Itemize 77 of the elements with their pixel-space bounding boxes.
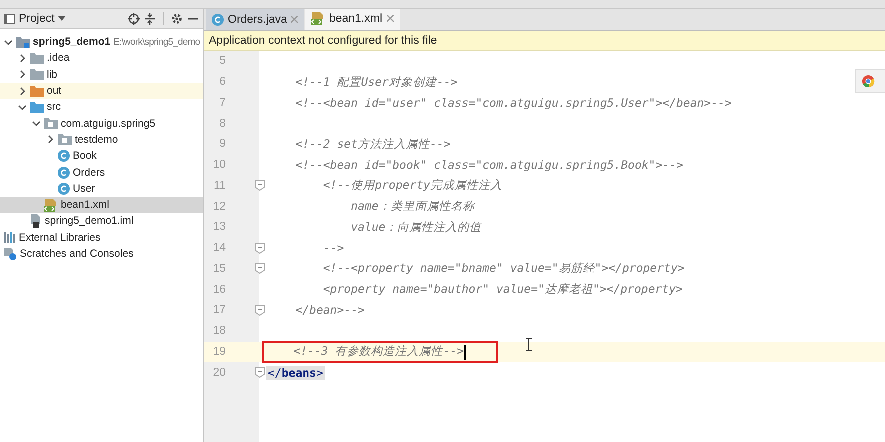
close-icon[interactable]	[386, 15, 394, 22]
folder-icon	[30, 69, 44, 80]
module-file-icon	[30, 214, 42, 228]
line-number: 14	[212, 242, 227, 254]
line-number: 5	[218, 55, 227, 68]
line-number: 20	[212, 366, 227, 379]
code-comment: <!--<bean id="user" class="com.atguigu.spring5.User"></bean>-->	[294, 96, 733, 110]
tree-item[interactable]: spring5_demo1 E:\work\spring5_demo	[0, 34, 203, 50]
line-number: 7	[218, 96, 227, 109]
line-number: 12	[212, 200, 227, 213]
code-comment: <!--3 有参数构造注入属性-->	[262, 341, 498, 363]
class-icon	[58, 182, 70, 195]
tree-item[interactable]: External Libraries	[0, 230, 203, 246]
notification-banner: Application context not configured for this file	[204, 31, 885, 51]
line-number: 13	[212, 221, 227, 234]
tree-item[interactable]: com.atguigu.spring5	[0, 115, 203, 132]
line-number: 6	[218, 76, 227, 88]
folder-icon	[30, 102, 44, 113]
text-cursor-icon	[526, 338, 532, 351]
code-comment: <!--<property name="bname" value="易筋经"></property>	[322, 261, 686, 276]
class-icon	[212, 14, 224, 26]
tree-item[interactable]: src	[0, 99, 203, 116]
line-number: 19	[212, 346, 227, 358]
panel-icon	[4, 14, 15, 24]
target-icon[interactable]	[128, 12, 140, 24]
package-icon	[58, 134, 72, 146]
code-comment: <!--使用property完成属性注入	[322, 178, 504, 194]
tree-item[interactable]: User	[0, 180, 203, 197]
tree-item[interactable]: testdemo	[0, 132, 203, 148]
code-comment: <property name="bauthor" value="达摩老祖"></property>	[322, 282, 684, 298]
settings-icon[interactable]	[171, 12, 183, 24]
fold-marker-icon[interactable]	[255, 263, 265, 274]
dropdown-caret-icon	[58, 16, 66, 21]
package-icon	[44, 118, 58, 130]
project-path: E:\work\spring5_demo	[114, 36, 200, 48]
tree-item[interactable]: Scratches and Consoles	[0, 246, 203, 262]
scratches-icon	[4, 248, 17, 260]
code-comment: -->	[322, 241, 346, 256]
code-comment: <!--<bean id="book" class="com.atguigu.spring5.Book">-->	[294, 158, 684, 172]
line-number: 10	[212, 159, 227, 172]
class-icon	[58, 166, 70, 179]
project-view-selector[interactable]: Project	[19, 12, 66, 24]
fold-marker-icon[interactable]	[255, 367, 265, 378]
tree-item[interactable]: spring5_demo1.iml	[0, 213, 203, 230]
line-number: 8	[218, 118, 227, 130]
libraries-icon	[4, 232, 16, 244]
fold-marker-icon[interactable]	[255, 304, 265, 316]
tree-item[interactable]: Book	[0, 148, 203, 164]
code-comment: <!--2 set方法注入属性-->	[294, 136, 452, 152]
xml-file-icon	[311, 12, 326, 25]
folder-icon	[30, 52, 44, 64]
code-comment: value：向属性注入的值	[350, 220, 484, 235]
collapse-all-icon[interactable]	[144, 12, 156, 24]
fold-marker-icon[interactable]	[255, 180, 265, 192]
module-folder-icon	[16, 36, 30, 48]
fold-marker-icon[interactable]	[255, 242, 265, 254]
line-number: 16	[212, 284, 227, 296]
code-comment: name：类里面属性名称	[350, 199, 477, 214]
tree-item[interactable]: .idea	[0, 50, 203, 67]
line-number: 9	[218, 138, 227, 150]
line-number: 17	[212, 304, 227, 316]
tree-item[interactable]: lib	[0, 66, 203, 83]
tree-item[interactable]: bean1.xml	[0, 196, 203, 214]
folder-icon	[30, 86, 44, 97]
tree-item-label: spring5_demo1	[33, 36, 111, 48]
class-icon	[58, 150, 70, 162]
xml-file-icon	[44, 198, 58, 212]
line-number: 15	[212, 262, 227, 275]
tree-item[interactable]: Orders	[0, 164, 203, 181]
editor-tab[interactable]: Orders.java	[206, 9, 304, 30]
line-number: 18	[212, 325, 227, 338]
browser-icon[interactable]	[862, 74, 875, 88]
code-comment: </bean>-->	[294, 303, 366, 318]
line-number: 11	[213, 180, 227, 192]
tree-item[interactable]: out	[0, 82, 203, 100]
code-comment: <!--1 配置User对象创建-->	[294, 74, 459, 90]
editor-tab[interactable]: bean1.xml	[305, 9, 400, 30]
